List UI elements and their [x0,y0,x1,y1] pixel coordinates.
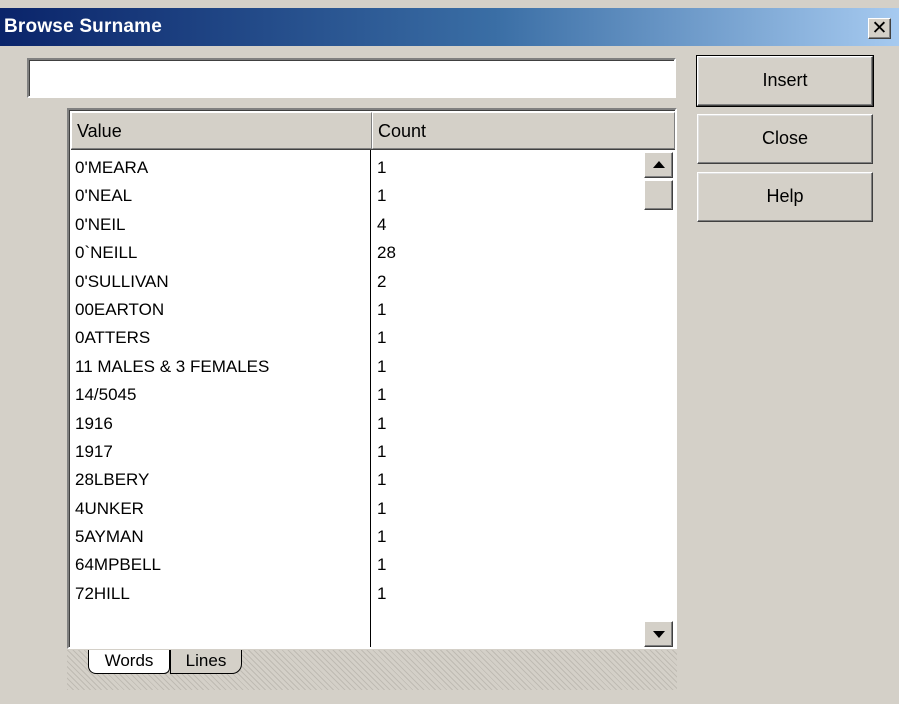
scroll-up-button[interactable] [644,152,673,178]
list-item-value: 00EARTON [75,299,165,319]
list-item[interactable]: 5AYMAN 1 [71,523,644,551]
list-item-value: 0`NEILL [75,243,138,263]
list-item[interactable]: 00EARTON 1 [71,296,644,324]
list-item-count: 2 [377,271,387,291]
list-item[interactable]: 72HILL 1 [71,580,644,608]
scroll-down-arrow-icon [653,631,665,638]
list-item[interactable]: 0'MEARA 1 [71,154,644,182]
list-item-count: 4 [377,214,387,234]
tab-strip: Words Lines [67,650,677,690]
list-item-count: 28 [377,243,396,263]
list-item[interactable]: 1916 1 [71,410,644,438]
list-item-count: 1 [377,186,387,206]
insert-button[interactable]: Insert [696,55,874,107]
tab-lines[interactable]: Lines [170,650,242,674]
list-item-value: 0'MEARA [75,158,149,177]
list-item-value: 14/5045 [75,385,137,405]
list-item-value: 72HILL [75,583,130,603]
list-item[interactable]: 64MPBELL 1 [71,551,644,579]
list-item[interactable]: 11 MALES & 3 FEMALES 1 [71,353,644,381]
list-item-count: 1 [377,470,387,490]
scroll-down-button[interactable] [644,621,673,647]
list-item-count: 1 [377,158,387,177]
column-header-count[interactable]: Count [372,112,675,149]
list-item-count: 1 [377,385,387,405]
list-item-count: 1 [377,527,387,547]
browse-surname-dialog: Browse Surname ✕ Insert Close Help Value… [0,0,899,704]
list-item[interactable]: 14/5045 1 [71,381,644,409]
list-item-value: 0'SULLIVAN [75,271,169,291]
vertical-scrollbar[interactable] [644,152,673,647]
list-item[interactable]: 0'NEIL 4 [71,211,644,239]
window-close-button[interactable]: ✕ [868,18,891,39]
list-item-count: 1 [377,413,387,433]
list-item[interactable]: 1917 1 [71,438,644,466]
list-item[interactable]: 4UNKER 1 [71,495,644,523]
scroll-up-arrow-icon [653,161,665,168]
window-title: Browse Surname [4,16,163,37]
list-header: Value Count [71,112,675,150]
list-item-value: 5AYMAN [75,527,144,547]
list-rows: 0'MEARA 1 0'NEAL 1 0'NEIL 4 0`NEILL 28 0'SULLIVA… [71,154,644,608]
surname-list: Value Count 0'MEARA 1 0'NEAL 1 0'NEIL 4 0`NEIL… [67,108,677,649]
list-item-count: 1 [377,299,387,319]
tab-words[interactable]: Words [88,650,170,674]
search-input[interactable] [27,58,676,98]
help-button[interactable]: Help [697,172,873,222]
list-item-count: 1 [377,441,387,461]
close-button[interactable]: Close [697,114,873,164]
list-item-count: 1 [377,498,387,518]
list-item-value: 11 MALES & 3 FEMALES [75,356,270,376]
list-item-value: 1916 [75,413,113,433]
list-item[interactable]: 28LBERY 1 [71,466,644,494]
list-item-count: 1 [377,356,387,376]
title-bar: Browse Surname ✕ [0,8,899,46]
column-header-value[interactable]: Value [71,112,372,149]
list-item-value: 64MPBELL [75,555,161,575]
list-item[interactable]: 0ATTERS 1 [71,324,644,352]
list-item-value: 4UNKER [75,498,144,518]
scroll-thumb[interactable] [644,180,673,210]
list-item-count: 1 [377,328,387,348]
list-item-value: 0ATTERS [75,328,151,348]
list-item[interactable]: 0`NEILL 28 [71,239,644,267]
list-item[interactable]: 0'NEAL 1 [71,182,644,210]
list-item-value: 0'NEIL [75,214,126,234]
list-item-count: 1 [377,555,387,575]
list-item-value: 0'NEAL [75,186,133,206]
list-item-value: 28LBERY [75,470,150,490]
close-icon: ✕ [871,18,888,39]
list-item[interactable]: 0'SULLIVAN 2 [71,268,644,296]
list-item-count: 1 [377,583,387,603]
list-item-value: 1917 [75,441,113,461]
